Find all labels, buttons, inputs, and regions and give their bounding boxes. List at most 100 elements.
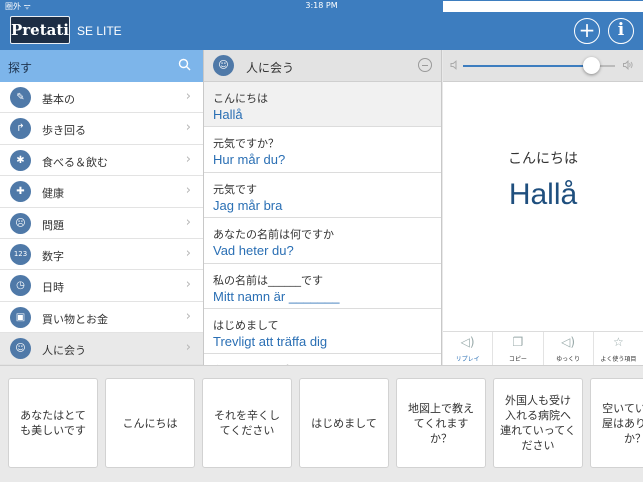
search-icon[interactable] <box>178 58 191 71</box>
phrase-japanese: はじめまして <box>213 318 279 332</box>
nav-bar: Pretati SE LITE + i <box>0 12 643 50</box>
action-speaker-button[interactable]: ◁) リプレイ <box>443 332 494 365</box>
add-button[interactable]: + <box>574 18 600 44</box>
sidebar-item-label: 食べる＆飲む <box>42 155 108 169</box>
volume-knob[interactable] <box>582 57 600 74</box>
detail-japanese: こんにちは <box>508 151 578 167</box>
phrase-row[interactable]: 元気です Jag mår bra <box>204 173 441 219</box>
quick-phrase-tile[interactable]: 地図上で教えてくれますか？ <box>396 378 486 468</box>
action-star-button[interactable]: ☆ よく使う項目 <box>594 332 643 365</box>
chevron-right-icon: › <box>185 151 191 167</box>
quick-phrase-tile[interactable]: こんにちは <box>105 378 195 468</box>
sidebar-item[interactable]: ☺ 人に会う › <box>0 333 203 365</box>
stethoscope-icon: ✚ <box>10 181 31 203</box>
quick-phrase-tiles: あなたはとても美しいです こんにちは それを辛くしてください はじめまして 地図上で教え… <box>0 365 643 482</box>
chat-bubbles-icon: ✎ <box>10 87 31 108</box>
edition-label: SE LITE <box>77 24 122 38</box>
slow-speaker-icon: ◁) <box>561 335 576 349</box>
chevron-right-icon: › <box>185 120 191 136</box>
status-bar: 圏外 ᯤ 3:18 PM ✱ 充電していません ▭ <box>0 0 643 316</box>
phrase-swedish: Hallå <box>213 107 243 122</box>
star-icon: ☆ <box>612 335 624 349</box>
volume-low-icon <box>450 60 457 70</box>
chevron-right-icon: › <box>185 89 191 104</box>
phrase-row[interactable]: こんにちは Hallå <box>204 82 441 128</box>
chevron-right-icon: › <box>185 214 191 230</box>
phrase-row[interactable]: 私はあなたを愛しています <box>204 354 441 365</box>
phrase-swedish: Trevligt att träffa dig <box>213 333 328 349</box>
clock-check-icon: ◷ <box>10 275 31 297</box>
sidebar-item-label: 人に会う <box>42 344 86 358</box>
phrase-list-header: ☺ 人に会う <box>204 50 441 82</box>
quick-phrase-tile[interactable]: 空いている部屋はありますか？ <box>590 378 643 468</box>
sad-face-icon: ☹ <box>10 212 31 234</box>
people-icon: ☺ <box>10 338 31 360</box>
action-slow-speaker-button[interactable]: ◁) ゆっくり <box>544 332 594 365</box>
volume-bar <box>443 50 643 82</box>
phrase-swedish: Hur mår du? <box>213 152 286 168</box>
sidebar-item[interactable]: ✚ 健康 › <box>0 176 203 208</box>
sidebar-item-label: 日時 <box>42 281 64 295</box>
search-label: 探す <box>8 61 33 75</box>
sidebar-item-label: 買い物とお金 <box>42 312 108 326</box>
action-label: リプレイ <box>455 356 480 363</box>
numbers-icon: 123 <box>10 243 31 265</box>
app-logo: Pretati <box>10 16 70 44</box>
sidebar-item[interactable]: ↱ 歩き回る › <box>0 113 203 145</box>
phrase-japanese: 元気です <box>213 182 257 196</box>
chevron-right-icon: › <box>185 340 191 356</box>
quick-phrase-tile[interactable]: それを辛くしてください <box>202 378 292 468</box>
sidebar-item-label: 問題 <box>42 218 64 232</box>
chevron-right-icon: › <box>185 245 191 261</box>
action-label: よく使う項目 <box>600 356 637 363</box>
sidebar-item-label: 基本の <box>42 93 75 106</box>
volume-high-icon <box>623 60 633 70</box>
quick-phrase-tile[interactable]: 外国人も受け入れる病院へ連れていってください <box>493 378 583 468</box>
phrase-swedish: Mitt namn är _______ <box>213 288 340 304</box>
action-copy-button[interactable]: ❐ コピー <box>493 332 544 365</box>
action-bar: ◁) リプレイ ❐ コピー ◁) ゆっくり ☆ よく使う項目 <box>443 331 643 365</box>
category-sidebar: 探す ✎ 基本の › ↱ 歩き回る › ✱ 食べる＆飲む › ✚ 健康 › ☹ 問題 › 123 数字 › ◷ 日時 ›… <box>0 50 204 365</box>
phrase-list-panel: ☺ 人に会う こんにちは Hallå 元気ですか？ Hur mår du? 元気です Ja… <box>204 50 442 365</box>
phrase-detail-panel: こんにちは Hallå ◁) リプレイ ❐ コピー ◁) ゆっくり ☆ よく使う項目 <box>443 50 643 365</box>
copy-icon: ❐ <box>512 335 524 349</box>
phrase-japanese: 元気ですか？ <box>213 137 279 151</box>
sidebar-item[interactable]: ▣ 買い物とお金 › <box>0 302 203 334</box>
category-list: ✎ 基本の › ↱ 歩き回る › ✱ 食べる＆飲む › ✚ 健康 › ☹ 問題 › 123 数字 › ◷ 日時 › ▣ 買い… <box>0 82 203 365</box>
sidebar-item[interactable]: ◷ 日時 › <box>0 270 203 302</box>
phrase-row[interactable]: あなたの名前は何ですか Vad heter du? <box>204 218 441 264</box>
phrase-japanese: こんにちは <box>213 92 268 105</box>
chevron-right-icon: › <box>185 183 191 199</box>
action-label: コピー <box>508 356 527 363</box>
restaurant-icon: ✱ <box>10 149 31 171</box>
quick-phrase-tile[interactable]: はじめまして <box>299 378 389 468</box>
phrase-row[interactable]: はじめまして Trevligt att träffa dig <box>204 309 441 355</box>
phrase-row[interactable]: 元気ですか？ Hur mår du? <box>204 127 441 173</box>
collapse-icon[interactable] <box>418 58 432 72</box>
chevron-right-icon: › <box>185 277 191 293</box>
phrase-row[interactable]: 私の名前は______です Mitt namn är _______ <box>204 264 441 309</box>
sidebar-item[interactable]: ✱ 食べる＆飲む › <box>0 145 203 177</box>
people-icon: ☺ <box>213 55 234 76</box>
phrase-japanese: 私の名前は______です <box>213 273 323 287</box>
speaker-icon: ◁) <box>460 335 475 349</box>
search-bar[interactable]: 探す <box>0 50 203 82</box>
sidebar-item-label: 歩き回る <box>42 124 86 138</box>
volume-slider[interactable] <box>463 57 615 74</box>
info-button[interactable]: i <box>608 18 634 44</box>
sidebar-item[interactable]: ✎ 基本の › <box>0 82 203 114</box>
detail-swedish: Hallå <box>508 178 578 211</box>
volume-fill <box>463 65 591 67</box>
sidebar-item-label: 数字 <box>42 249 64 263</box>
phrase-japanese: あなたの名前は何ですか <box>213 228 334 242</box>
phrase-swedish: Jag mår bra <box>213 197 283 213</box>
sidebar-item-label: 健康 <box>42 187 64 201</box>
shopping-bag-icon: ▣ <box>10 306 31 328</box>
sidebar-item[interactable]: ☹ 問題 › <box>0 208 203 239</box>
sidebar-item[interactable]: 123 数字 › <box>0 239 203 271</box>
action-label: ゆっくり <box>556 356 581 363</box>
chevron-right-icon: › <box>185 308 191 324</box>
quick-phrase-tile[interactable]: あなたはとても美しいです <box>8 378 98 468</box>
turn-arrow-icon: ↱ <box>10 118 31 140</box>
phrase-list: こんにちは Hallå 元気ですか？ Hur mår du? 元気です Jag mår b… <box>204 82 441 365</box>
